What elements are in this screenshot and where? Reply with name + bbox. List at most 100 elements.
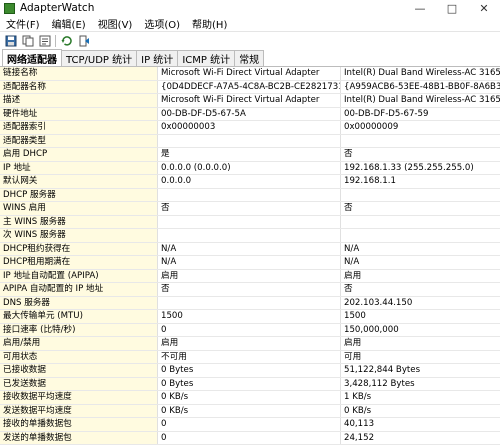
table-row[interactable]: IP 地址自动配置 (APIPA) 启用 启用 [0,269,500,283]
property-name-cell: 主 WINS 服务器 [0,215,158,228]
table-row[interactable]: 启用 DHCP 是否 [0,148,500,162]
table-row[interactable]: 启用/禁用 启用 启用 [0,337,500,351]
adapter-value-cell: Intel(R) Dual Band Wireless-AC 3165 [344,95,500,105]
table-row[interactable]: 接收数据平均速度 0 KB/s 1 KB/s [0,391,500,405]
table-row[interactable]: 发送数据平均速度 0 KB/s 0 KB/s [0,404,500,418]
table-row[interactable]: WINS 启用否否 [0,202,500,216]
property-name-cell: DHCP租约获得在 [0,242,158,255]
table-row[interactable]: 接收的单播数据包 0 40,113 [0,418,500,432]
menu-edit[interactable]: 编辑(E) [46,16,92,31]
refresh-icon[interactable] [60,34,73,47]
table-row[interactable]: 主 WINS 服务器 [0,215,500,229]
property-name-cell: IP 地址 [0,161,158,174]
adapter-value-cell: 00-DB-DF-D5-67-5A [158,107,341,120]
adapter-value-cell: 启用 [158,269,341,282]
table-row[interactable]: 发送的单播数据包 0 24,152 [0,431,500,445]
table-row[interactable]: 可用状态 不可用 可用 [0,350,500,364]
adapter-value-cell: 192.168.1.33 (255.255.255.0) [344,162,474,173]
adapter-value-cell: 是 [158,148,341,161]
table-row[interactable]: 已发送数据 0 Bytes 3,428,112 Bytes [0,377,500,391]
property-name-cell: 已发送数据 [0,377,158,390]
property-name-cell: 最大传输单元 (MTU) [0,310,158,323]
tab-tcp-udp-stats[interactable]: TCP/UDP 统计 [61,50,138,66]
table-row[interactable]: 次 WINS 服务器 [0,229,500,243]
table-row[interactable]: 链接名称 Microsoft Wi-Fi Direct Virtual Adapt… [0,67,500,81]
adapter-value-cell: N/A [158,242,341,255]
property-name-cell: 可用状态 [0,350,158,363]
maximize-icon[interactable]: □ [436,0,468,16]
adapter-value-cell: 24,152 [344,432,375,443]
adapter-value-cell [158,229,341,242]
adapter-value-cell: 192.168.1.1 [344,176,396,186]
adapter-value-cell: 不可用 [158,350,341,363]
table-row[interactable]: APIPA 自动配置的 IP 地址否否 [0,283,500,297]
property-name-cell: 描述 [0,94,158,107]
table-row[interactable]: 最大传输单元 (MTU) 1500 1500 [0,310,500,324]
adapter-value-cell: 0 KB/s [158,391,341,404]
exit-icon[interactable] [77,34,90,47]
toolbar-separator [55,34,56,47]
adapter-value-cell: 1500 [158,310,341,323]
adapter-value-cell: 0x00000009 [344,122,399,132]
adapter-value-cell [341,229,500,242]
adapter-properties-grid[interactable]: 链接名称 Microsoft Wi-Fi Direct Virtual Adapt… [0,67,500,445]
minimize-icon[interactable]: — [404,0,436,16]
tab-general[interactable]: 常规 [234,50,265,66]
table-row[interactable]: 接口速率 (比特/秒) 0 150,000,000 [0,323,500,337]
property-name-cell: 适配器名称 [0,80,158,93]
table-row[interactable]: 描述 Microsoft Wi-Fi Direct Virtual Adapter… [0,94,500,108]
close-icon[interactable]: ✕ [468,0,500,16]
menu-options[interactable]: 选项(O) [138,16,186,31]
table-row[interactable]: DNS 服务器 202.103.44.150 [0,296,500,310]
title-bar: AdapterWatch — □ ✕ [0,0,500,16]
tab-icmp-stats[interactable]: ICMP 统计 [177,50,236,66]
tab-network-adapters[interactable]: 网络适配器 [2,49,62,66]
adapter-value-cell: Intel(R) Dual Band Wireless-AC 3165 [344,68,500,78]
property-name-cell: IP 地址自动配置 (APIPA) [0,269,158,282]
table-row[interactable]: 已接收数据 0 Bytes 51,122,844 Bytes [0,364,500,378]
property-name-cell: 发送的单播数据包 [0,431,158,444]
adapter-value-cell: 0 Bytes [158,364,341,377]
table-row[interactable]: 默认网关 0.0.0.0 192.168.1.1 [0,175,500,189]
adapter-value-cell: 00-DB-DF-D5-67-59 [344,108,429,119]
property-name-cell: WINS 启用 [0,202,158,215]
table-row[interactable]: DHCP 服务器 [0,188,500,202]
window-title: AdapterWatch [20,2,95,14]
window-controls: — □ ✕ [404,0,500,16]
table-row[interactable]: 适配器索引 0x00000003 0x00000009 [0,121,500,135]
copy-icon[interactable] [21,34,34,47]
table-row[interactable]: 硬件地址 00-DB-DF-D5-67-5A 00-DB-DF-D5-67-59 [0,107,500,121]
adapter-value-cell: 否 [158,202,341,215]
save-icon[interactable] [4,34,17,47]
adapter-value-cell: 0.0.0.0 (0.0.0.0) [158,161,341,174]
property-name-cell: 发送数据平均速度 [0,404,158,417]
menu-file[interactable]: 文件(F) [0,16,46,31]
table-row[interactable]: 适配器名称{0D4DDECF-A7A5-4C8A-BC2B-CE28217316… [0,80,500,94]
adapter-value-cell: 0 [158,418,341,431]
adapter-value-cell: 0 KB/s [344,405,372,416]
table-row[interactable]: DHCP租用期满在 N/A N/A [0,256,500,270]
menu-help[interactable]: 帮助(H) [186,16,233,31]
property-name-cell: 已接收数据 [0,364,158,377]
property-name-cell: 默认网关 [0,175,158,188]
adapter-value-cell: 0.0.0.0 [158,175,341,188]
table-row[interactable]: DHCP租约获得在 N/A N/A [0,242,500,256]
table-row[interactable]: 适配器类型 [0,134,500,148]
adapter-value-cell: 启用 [344,270,362,281]
adapter-value-cell: 51,122,844 Bytes [344,365,421,375]
adapter-value-cell [158,296,341,309]
adapter-value-cell: 0 Bytes [158,377,341,390]
property-name-cell: 链接名称 [0,67,158,80]
property-name-cell: DNS 服务器 [0,296,158,309]
properties-icon[interactable] [38,34,51,47]
property-name-cell: DHCP 服务器 [0,188,158,201]
adapter-value-cell [341,216,500,229]
table-row[interactable]: IP 地址 0.0.0.0 (0.0.0.0) 192.168.1.33 (255.… [0,161,500,175]
adapter-value-cell: 0 [158,323,341,336]
menu-view[interactable]: 视图(V) [92,16,139,31]
property-name-cell: 接收数据平均速度 [0,391,158,404]
adapter-value-cell [341,189,500,202]
tab-ip-stats[interactable]: IP 统计 [136,50,179,66]
property-name-cell: 适配器索引 [0,121,158,134]
adapter-value-cell: Microsoft Wi-Fi Direct Virtual Adapter [158,67,341,80]
